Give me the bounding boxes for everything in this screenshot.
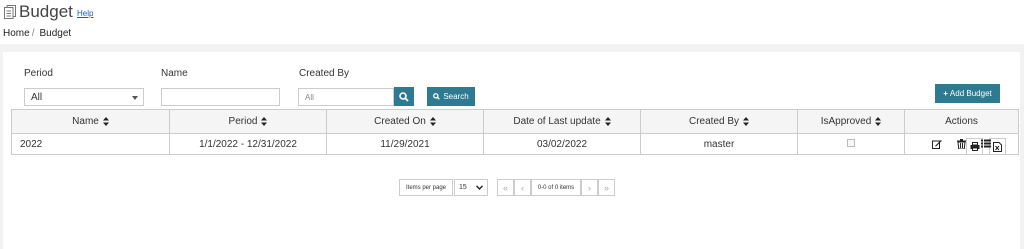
cell-last-update: 03/02/2022 (483, 133, 641, 155)
name-input[interactable] (161, 88, 280, 106)
breadcrumb-home[interactable]: Home (3, 28, 30, 39)
table-header-row: Name Period Created On Date of Last upda… (11, 109, 1019, 134)
name-label: Name (161, 68, 188, 79)
cell-period: 1/1/2022 - 12/31/2022 (169, 133, 327, 155)
next-page-button[interactable]: › (581, 179, 598, 196)
created-by-search-button[interactable] (394, 87, 414, 106)
page-size-select[interactable]: 15 (454, 179, 488, 196)
sort-icon (429, 116, 436, 126)
column-header-period[interactable]: Period (169, 109, 327, 134)
period-label: Period (24, 68, 53, 79)
sort-icon (261, 116, 268, 126)
page-header: Budget Help Home / Budget (0, 0, 1024, 44)
created-by-label: Created By (299, 68, 350, 79)
column-header-last-update[interactable]: Date of Last update (483, 109, 641, 134)
column-header-created-by[interactable]: Created By (640, 109, 798, 134)
last-page-button[interactable]: » (598, 179, 615, 196)
page-size-value: 15 (459, 184, 467, 191)
search-icon (433, 93, 441, 100)
column-header-is-approved[interactable]: IsApproved (797, 109, 905, 134)
help-link[interactable]: Help (77, 9, 93, 18)
page-title: Budget (19, 2, 73, 21)
cell-actions (904, 133, 1019, 155)
column-header-name[interactable]: Name (11, 109, 170, 134)
page-icon (4, 5, 16, 19)
column-header-created-on[interactable]: Created On (326, 109, 484, 134)
search-button[interactable]: Search (427, 87, 475, 106)
cell-created-by: master (640, 133, 798, 155)
first-page-button[interactable]: « (497, 179, 514, 196)
previous-page-button[interactable]: ‹ (514, 179, 531, 196)
sort-icon (743, 116, 750, 126)
cell-name: 2022 (11, 133, 170, 155)
sort-icon (604, 116, 611, 126)
items-per-page-label: Items per page (399, 179, 453, 196)
search-icon (399, 91, 409, 102)
cell-is-approved (797, 133, 905, 155)
period-select-value: All (31, 92, 43, 103)
breadcrumb-current: Budget (39, 28, 72, 39)
sort-icon (875, 116, 882, 126)
table-row: 2022 1/1/2022 - 12/31/2022 11/29/2021 03… (11, 133, 1019, 155)
breadcrumb-separator: / (31, 28, 35, 39)
caret-down-icon (132, 96, 138, 100)
column-header-actions: Actions (904, 109, 1019, 134)
cell-created-on: 11/29/2021 (326, 133, 484, 155)
add-budget-button[interactable]: + Add Budget (935, 84, 1000, 103)
created-by-input[interactable]: All (298, 88, 394, 106)
sort-icon (102, 116, 109, 126)
add-budget-label: Add Budget (949, 89, 992, 98)
breadcrumb: Home / Budget (3, 28, 71, 39)
budget-table: Name Period Created On Date of Last upda… (11, 109, 1019, 155)
edit-icon[interactable] (932, 139, 943, 149)
search-button-label: Search (443, 92, 469, 101)
period-select[interactable]: All (24, 88, 144, 106)
list-icon[interactable] (980, 139, 991, 148)
chevron-down-icon (476, 185, 483, 190)
approved-checkbox[interactable] (847, 138, 855, 147)
plus-icon: + (943, 89, 948, 98)
trash-icon[interactable] (957, 138, 966, 149)
page-info: 0-0 of 0 items (531, 179, 581, 196)
